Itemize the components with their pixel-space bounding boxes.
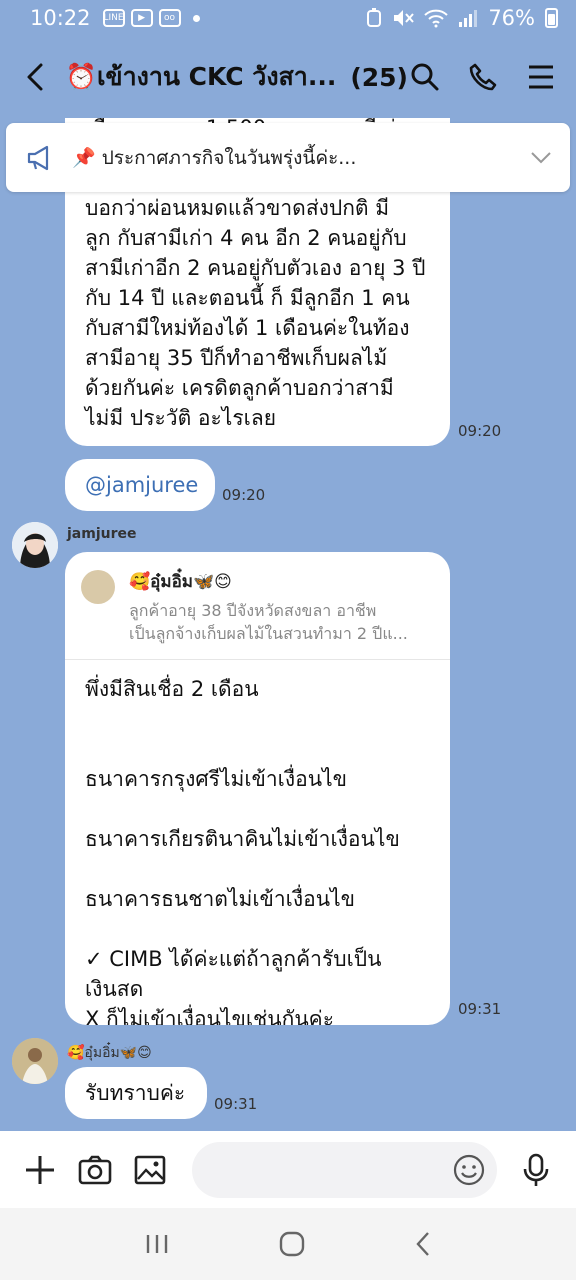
home-icon[interactable] xyxy=(279,1231,305,1257)
image-icon xyxy=(135,1155,166,1184)
announcement-banner[interactable]: 📌 ประกาศภารกิจในวันพรุ่งนี้ค่ะ... xyxy=(6,123,570,192)
menu-icon xyxy=(529,65,553,89)
message-bubble[interactable]: 🥰อุ๋มอิ๋ม🦋😊 ลูกค้าอายุ 38 ปีจังหวัดสงขลา… xyxy=(65,552,450,1025)
notification-icons: LINE ▶ oo xyxy=(102,9,200,27)
reply-quoted-text: ลูกค้าอายุ 38 ปีจังหวัดสงขลา อาชีพ เป็นล… xyxy=(129,601,408,643)
menu-button[interactable] xyxy=(524,60,558,94)
message-input[interactable] xyxy=(192,1141,497,1198)
status-bar: 10:22 LINE ▶ oo 76% xyxy=(0,0,576,36)
status-time: 10:22 xyxy=(30,6,91,30)
avatar[interactable] xyxy=(12,522,58,568)
mention-link[interactable]: @jamjuree xyxy=(85,473,198,497)
chat-header: ⏰เข้างาน CKC วังสา... (25) xyxy=(0,36,576,118)
chat-title[interactable]: ⏰เข้างาน CKC วังสา... (25) xyxy=(66,57,408,97)
alarm-icon xyxy=(367,8,382,27)
media-app-icon: ▶ xyxy=(130,9,153,27)
member-count: (25) xyxy=(350,62,408,92)
phone-icon xyxy=(469,63,497,91)
message-time: 09:20 xyxy=(222,486,266,504)
voicemail-icon: oo xyxy=(158,9,181,27)
group-name: ⏰เข้างาน CKC วังสา... xyxy=(65,62,337,91)
message-text: บอกว่าผ่อนหมดแล้วขาดส่งปกติ มี ลูก กับสา… xyxy=(85,196,426,430)
wifi-icon xyxy=(424,9,448,28)
add-button[interactable] xyxy=(22,1152,57,1188)
mute-icon xyxy=(394,10,415,26)
more-notifications-dot xyxy=(192,14,200,22)
search-button[interactable] xyxy=(408,60,442,94)
message-text: รับทราบค่ะ xyxy=(85,1081,186,1105)
message-bubble[interactable]: รับทราบค่ะ xyxy=(65,1067,207,1119)
battery-icon xyxy=(545,8,558,28)
message-time: 09:31 xyxy=(458,1000,502,1018)
reply-preview[interactable]: 🥰อุ๋มอิ๋ม🦋😊 ลูกค้าอายุ 38 ปีจังหวัดสงขลา… xyxy=(65,552,450,660)
avatar-jamjuree-icon xyxy=(12,522,58,568)
megaphone-icon xyxy=(27,145,49,170)
message-text: พึ่งมีสินเชื่อ 2 เดือน ธนาคารกรุงศรีไม่เ… xyxy=(85,677,400,1025)
line-app-icon: LINE xyxy=(102,9,125,27)
announcement-text: 📌 ประกาศภารกิจในวันพรุ่งนี้ค่ะ... xyxy=(72,146,357,169)
back-nav-icon[interactable] xyxy=(415,1231,431,1257)
camera-button[interactable] xyxy=(77,1152,112,1188)
mention-bubble[interactable]: @jamjuree xyxy=(65,459,215,511)
mic-icon xyxy=(523,1153,549,1186)
recent-apps-icon[interactable] xyxy=(145,1233,169,1255)
avatar[interactable] xyxy=(12,1038,58,1084)
chat-area[interactable]: เดือน งวดละ 1,500 บาท และ มี ผ่อน บอกว่า… xyxy=(0,118,576,1131)
back-button[interactable] xyxy=(18,57,52,97)
image-button[interactable] xyxy=(133,1152,168,1188)
plus-icon xyxy=(25,1155,54,1184)
mic-button[interactable] xyxy=(519,1152,554,1188)
reply-avatar xyxy=(81,570,115,604)
emoji-button[interactable] xyxy=(453,1154,485,1190)
message-time: 09:31 xyxy=(214,1095,258,1113)
camera-icon xyxy=(78,1155,112,1184)
reply-sender-name: 🥰อุ๋มอิ๋ม🦋😊 xyxy=(129,572,232,592)
message-time: 09:20 xyxy=(458,422,502,440)
sender-name: jamjuree xyxy=(67,526,137,542)
sender-name: 🥰อุ๋มอิ๋ม🦋😊 xyxy=(67,1045,152,1061)
signal-icon xyxy=(459,10,478,27)
call-button[interactable] xyxy=(466,60,500,94)
search-icon xyxy=(411,63,439,91)
system-nav-bar xyxy=(0,1208,576,1280)
chevron-down-icon[interactable] xyxy=(530,151,552,165)
chevron-left-icon xyxy=(27,63,43,91)
battery-level: 76% xyxy=(488,6,535,30)
system-icons: 76% xyxy=(366,6,558,30)
emoji-icon xyxy=(453,1154,484,1185)
input-bar xyxy=(0,1131,576,1208)
avatar-oumim-icon xyxy=(12,1038,58,1084)
